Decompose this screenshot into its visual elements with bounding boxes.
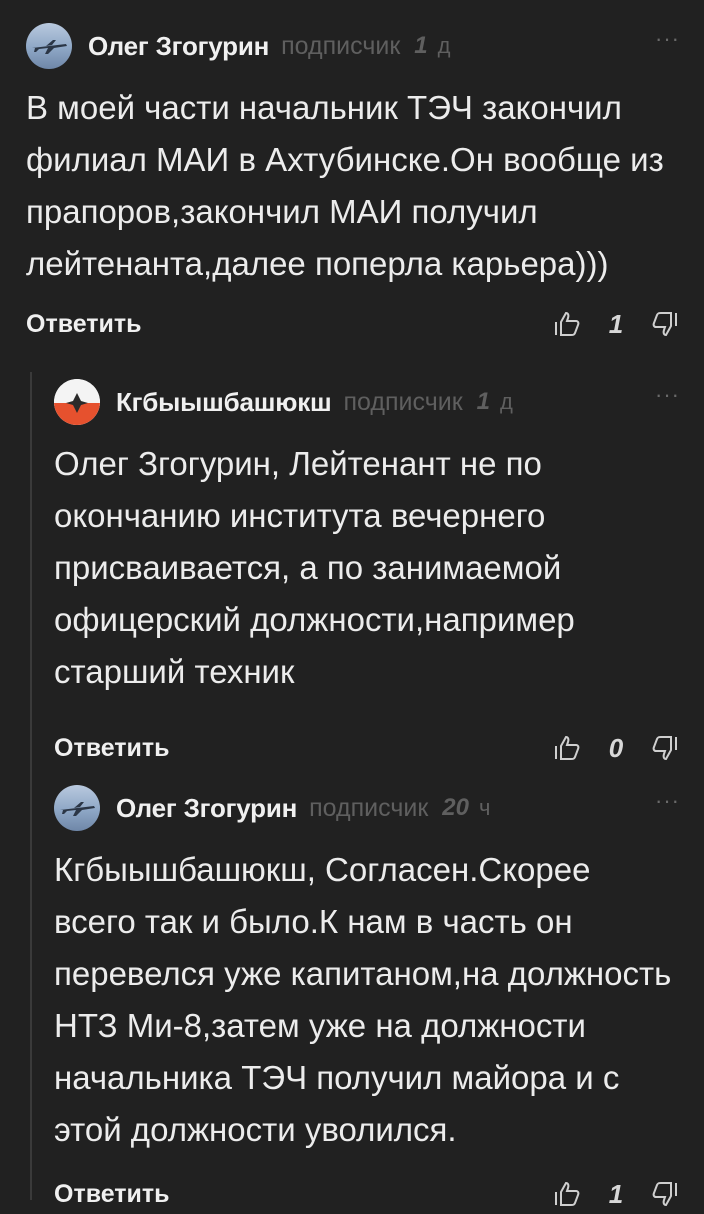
reply-thread-line bbox=[30, 372, 32, 1200]
vote-count: 1 bbox=[608, 308, 624, 339]
reply-button[interactable]: Ответить bbox=[54, 734, 170, 763]
comment-author[interactable]: Олег Згогурин bbox=[116, 793, 297, 824]
comment-footer: Ответить 1 bbox=[26, 304, 680, 344]
comment-age-unit: д bbox=[437, 33, 451, 58]
thumbs-up-icon[interactable] bbox=[552, 733, 582, 763]
comment-role: подписчик bbox=[309, 793, 429, 822]
comment-age-number: 1 bbox=[414, 32, 428, 59]
comment-age-unit: ч bbox=[478, 795, 491, 820]
comment-age-number: 1 bbox=[476, 388, 491, 415]
more-options-icon[interactable]: ··· bbox=[655, 788, 680, 814]
reply-button[interactable]: Ответить bbox=[54, 1180, 170, 1209]
comment: Олег Згогурин подписчик 1 д ··· В моей ч… bbox=[26, 22, 680, 344]
comment-header: Олег Згогурин подписчик 20 ч ··· bbox=[54, 784, 680, 832]
comment-footer: Ответить 1 bbox=[54, 1174, 680, 1214]
comment-footer: Ответить 0 bbox=[54, 728, 680, 768]
vote-count: 0 bbox=[608, 732, 624, 763]
comment-text: Олег Згогурин, Лейтенант не по окончанию… bbox=[54, 445, 575, 690]
vote-controls: 1 bbox=[552, 1179, 680, 1210]
comment: Кгбыышбашюкш подписчик 1 д ··· Олег Згог… bbox=[54, 378, 680, 768]
comment-role: подписчик bbox=[343, 387, 463, 416]
comment-age-unit: д bbox=[500, 389, 513, 414]
vote-count: 1 bbox=[608, 1178, 624, 1209]
comment-header: Олег Згогурин подписчик 1 д ··· bbox=[26, 22, 680, 70]
thumbs-down-icon[interactable] bbox=[650, 733, 680, 763]
comment-author[interactable]: Олег Згогурин bbox=[88, 31, 269, 62]
thumbs-down-icon[interactable] bbox=[650, 309, 680, 339]
comment: Олег Згогурин подписчик 20 ч ··· Кгбыышб… bbox=[54, 784, 680, 1214]
airplane-avatar-icon[interactable] bbox=[54, 785, 100, 831]
comment-header: Кгбыышбашюкш подписчик 1 д ··· bbox=[54, 378, 680, 426]
comment-text: В моей части начальник ТЭЧ закончил фили… bbox=[26, 89, 664, 282]
thumbs-up-icon[interactable] bbox=[552, 1179, 582, 1209]
more-options-icon[interactable]: ··· bbox=[655, 382, 680, 408]
thumbs-up-icon[interactable] bbox=[552, 309, 582, 339]
comment-age-number: 20 bbox=[442, 794, 469, 821]
vote-controls: 1 bbox=[552, 309, 680, 340]
airplane-avatar-icon[interactable] bbox=[26, 23, 72, 69]
thumbs-down-icon[interactable] bbox=[650, 1179, 680, 1209]
vote-controls: 0 bbox=[552, 733, 680, 764]
more-options-icon[interactable]: ··· bbox=[655, 26, 680, 52]
comment-text: Кгбыышбашюкш, Согласен.Скорее всего так … bbox=[54, 851, 672, 1148]
reply-button[interactable]: Ответить bbox=[26, 310, 142, 339]
comment-role: подписчик bbox=[281, 31, 401, 60]
comment-author[interactable]: Кгбыышбашюкш bbox=[116, 387, 332, 418]
fox-avatar-icon[interactable] bbox=[54, 379, 100, 425]
